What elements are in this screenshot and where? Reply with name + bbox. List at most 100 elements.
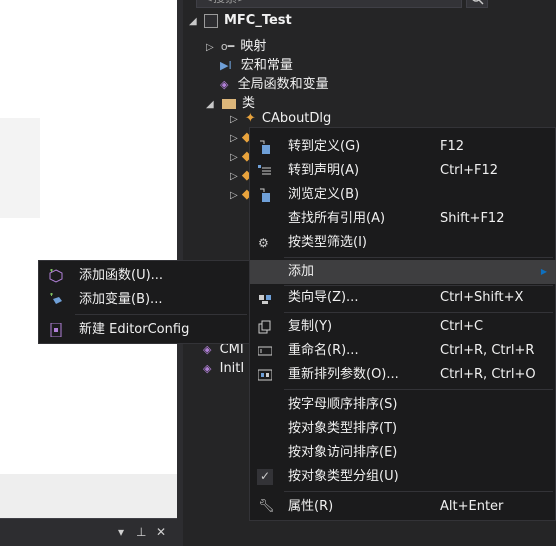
menu-separator — [284, 257, 553, 258]
submenu-item-add-variable[interactable]: 添加变量(B)... — [39, 288, 249, 312]
editor-band — [0, 474, 177, 518]
pin-icon[interactable]: ⊥ — [136, 525, 146, 539]
menu-item-group-type[interactable]: ✓ 按对象类型分组(U) — [250, 465, 556, 489]
menu-label: 添加变量(B)... — [79, 292, 163, 307]
search-input[interactable]: <搜索> — [196, 0, 462, 8]
menu-label: 新建 EditorConfig — [79, 322, 190, 337]
editor-area[interactable] — [0, 0, 177, 518]
copy-icon — [258, 320, 272, 334]
menu-item-sort-alpha[interactable]: 按字母顺序排序(S) — [250, 393, 556, 417]
menu-separator — [284, 491, 553, 492]
tree-item-label: 宏和常量 — [240, 58, 293, 73]
collapse-arrow-icon[interactable]: ◢ — [206, 99, 214, 110]
menu-shortcut: F12 — [440, 139, 465, 154]
menu-label: 复制(Y) — [288, 319, 333, 334]
menu-item-find-all-references[interactable]: 查找所有引用(A) Shift+F12 — [250, 207, 556, 231]
menu-shortcut: Ctrl+Shift+X — [440, 290, 524, 305]
selected-class-label: CAboutDlg — [261, 111, 332, 128]
menu-item-reorder-params[interactable]: 重新排列参数(O)... Ctrl+R, Ctrl+O — [250, 363, 556, 387]
menu-item-goto-definition[interactable]: 转到定义(G) F12 — [250, 135, 556, 159]
menu-item-class-wizard[interactable]: 类向导(Z)... Ctrl+Shift+X — [250, 286, 556, 310]
menu-label: 按对象类型排序(T) — [288, 421, 398, 436]
add-submenu: 添加函数(U)... 添加变量(B)... 新建 EditorConfig — [38, 260, 250, 344]
menu-label: 属性(R) — [288, 499, 334, 514]
search-icon — [472, 0, 484, 5]
editorconfig-icon — [49, 323, 63, 337]
menu-shortcut: Alt+Enter — [440, 499, 504, 514]
tree-item-map[interactable]: ▷ o━ 映射 — [206, 35, 266, 54]
class-icon: ✦ — [244, 111, 256, 126]
submenu-item-editorconfig[interactable]: 新建 EditorConfig — [39, 318, 249, 342]
menu-label: 查找所有引用(A) — [288, 211, 386, 226]
menu-label: 类向导(Z)... — [288, 290, 359, 305]
tree-item-caboutdlg[interactable]: ▷ ✦ CAboutDlg — [230, 111, 332, 128]
menu-separator — [284, 389, 553, 390]
menu-item-sort-access[interactable]: 按对象访问排序(E) — [250, 441, 556, 465]
menu-label: 按对象访问排序(E) — [288, 445, 398, 460]
check-icon: ✓ — [257, 469, 273, 485]
wrench-icon: 🔧︎ — [258, 499, 275, 514]
tree-item-label: 映射 — [240, 39, 267, 54]
menu-item-browse-definition[interactable]: 浏览定义(B) — [250, 183, 556, 207]
close-icon[interactable]: ✕ — [156, 525, 166, 539]
folder-icon — [221, 98, 236, 109]
submenu-arrow-icon: ▶ — [540, 267, 547, 276]
menu-label: 重命名(R)... — [288, 343, 359, 358]
project-name: MFC_Test — [223, 13, 292, 28]
submenu-item-add-function[interactable]: 添加函数(U)... — [39, 264, 249, 288]
menu-label: 按对象类型分组(U) — [288, 469, 399, 484]
menu-shortcut: Shift+F12 — [440, 211, 505, 226]
browse-definition-icon — [258, 188, 272, 202]
menu-item-sort-type[interactable]: 按对象类型排序(T) — [250, 417, 556, 441]
menu-label: 按字母顺序排序(S) — [288, 397, 398, 412]
project-icon — [203, 13, 218, 28]
tree-item-cmi[interactable]: ◈ CMI — [203, 342, 244, 357]
tree-item-classes[interactable]: ◢ 类 — [206, 92, 255, 111]
add-variable-icon — [49, 293, 63, 307]
menu-item-filter-by-type[interactable]: ⚙ 按类型筛选(I) — [250, 231, 556, 255]
collapse-arrow-icon[interactable]: ◢ — [189, 16, 197, 27]
tree-item-globals[interactable]: ◈ 全局函数和变量 — [220, 73, 329, 92]
context-menu: 转到定义(G) F12 转到声明(A) Ctrl+F12 浏览定义(B) 查找所… — [249, 127, 556, 521]
tree-item-macros[interactable]: ▶I 宏和常量 — [220, 54, 293, 73]
menu-separator — [75, 314, 247, 315]
global-icon: ◈ — [220, 78, 229, 91]
menu-item-rename[interactable]: 重命名(R)... Ctrl+R, Ctrl+R — [250, 339, 556, 363]
menu-label: 添加 — [288, 264, 315, 279]
expand-arrow-icon[interactable]: ▷ — [230, 114, 238, 125]
menu-label: 转到声明(A) — [288, 163, 360, 178]
menu-label: 浏览定义(B) — [288, 187, 360, 202]
macro-icon: ▶I — [220, 59, 232, 72]
editor-gutter — [0, 118, 40, 218]
goto-definition-icon — [258, 140, 272, 154]
tree-item-label: 类 — [241, 96, 255, 111]
map-icon: o━ — [220, 40, 235, 53]
expand-arrow-icon[interactable]: ▷ — [206, 42, 214, 53]
menu-item-add[interactable]: 添加 ▶ — [250, 260, 556, 284]
bottom-panel-header: ▾ ⊥ ✕ — [0, 518, 177, 546]
menu-shortcut: Ctrl+R, Ctrl+R — [440, 343, 535, 358]
menu-item-goto-declaration[interactable]: 转到声明(A) Ctrl+F12 — [250, 159, 556, 183]
search-button[interactable] — [466, 0, 488, 8]
reorder-params-icon — [258, 368, 272, 382]
tree-item-label: InitI — [219, 361, 245, 376]
menu-item-copy[interactable]: 复制(Y) Ctrl+C — [250, 315, 556, 339]
panel-dropdown-icon[interactable]: ▾ — [118, 525, 124, 539]
tree-item-label: CMI — [219, 342, 244, 357]
add-function-icon — [49, 269, 63, 283]
menu-label: 转到定义(G) — [288, 139, 361, 154]
menu-item-properties[interactable]: 🔧︎ 属性(R) Alt+Enter — [250, 495, 556, 519]
menu-shortcut: Ctrl+F12 — [440, 163, 499, 178]
tree-root[interactable]: ◢ MFC_Test — [189, 13, 292, 28]
filter-type-icon: ⚙ — [258, 236, 269, 250]
rename-icon — [258, 344, 272, 358]
menu-label: 添加函数(U)... — [79, 268, 164, 283]
tree-item-init[interactable]: ◈ InitI — [203, 361, 244, 376]
menu-label: 按类型筛选(I) — [288, 235, 367, 250]
tree-item-label: 全局函数和变量 — [237, 77, 329, 92]
method-icon: ◈ — [203, 343, 212, 356]
menu-shortcut: Ctrl+C — [440, 319, 484, 334]
method-icon: ◈ — [203, 362, 212, 375]
menu-label: 重新排列参数(O)... — [288, 367, 399, 382]
menu-shortcut: Ctrl+R, Ctrl+O — [440, 367, 536, 382]
